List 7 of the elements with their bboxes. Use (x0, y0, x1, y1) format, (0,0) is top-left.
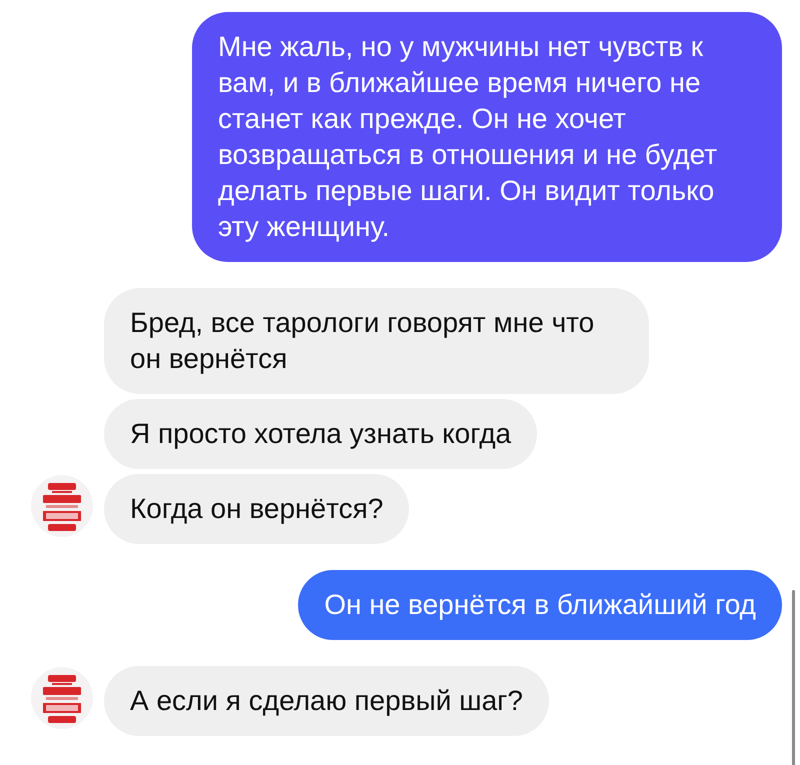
sent-message: Мне жаль, но у мужчины нет чувств к вам, и в ближайшее время ничего не станет как прежде. Он не хочет возвращаться в отношения и не будет делать первые шаги. Он видит только эту женщину. (192, 12, 782, 262)
sent-message: Он не вернётся в ближайший год (298, 570, 782, 640)
received-message: Я просто хотела узнать когда (104, 399, 538, 469)
received-message: А если я сделаю первый шаг? (104, 666, 549, 736)
scrollbar[interactable] (792, 590, 795, 765)
received-message: Когда он вернётся? (104, 474, 410, 544)
received-message: Бред, все тарологи говорят мне что он вернётся (104, 288, 649, 394)
